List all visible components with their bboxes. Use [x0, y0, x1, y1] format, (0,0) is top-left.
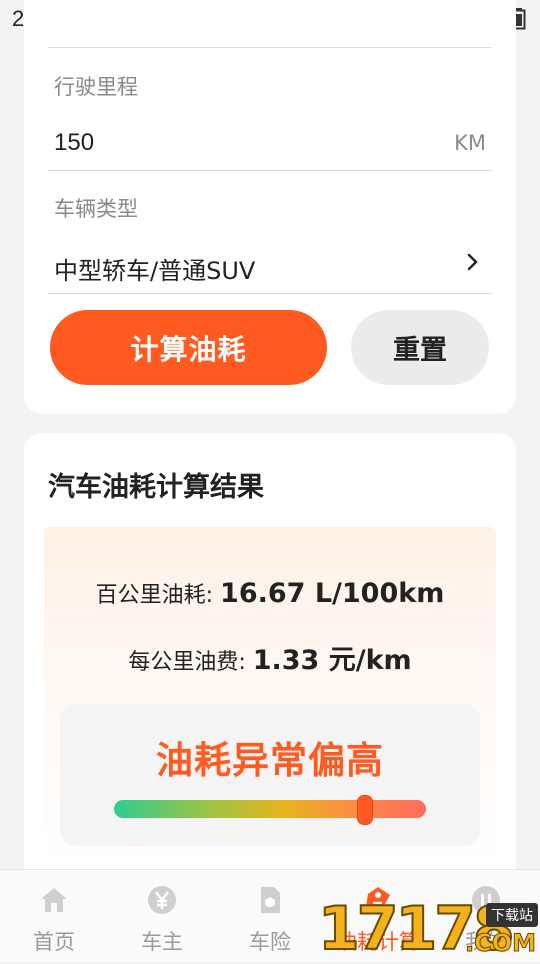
per100km-value: 16.67 L/100km: [220, 578, 445, 609]
mileage-value: 150: [54, 129, 95, 156]
watermark-tag: 下载站: [486, 903, 538, 927]
divider: [48, 170, 492, 171]
consumption-level-box: 油耗异常偏高: [60, 704, 480, 846]
watermark-suffix: .COM: [464, 929, 536, 958]
nav-item-owner[interactable]: 车主: [108, 870, 216, 961]
nav-item-insurance[interactable]: 车险: [216, 870, 324, 961]
yen-coin-icon: [148, 886, 176, 914]
nav-label: 车险: [249, 930, 291, 954]
per100km-label: 百公里油耗:: [95, 583, 221, 608]
result-title: 汽车油耗计算结果: [48, 472, 264, 503]
divider: [48, 47, 492, 48]
reset-button[interactable]: 重置: [351, 310, 489, 385]
consumption-level-text: 油耗异常偏高: [156, 739, 384, 782]
result-panel: 百公里油耗: 16.67 L/100km 每公里油费: 1.33 元/km 油耗…: [44, 527, 496, 869]
consumption-gauge: [114, 795, 426, 825]
calculate-button[interactable]: 计算油耗: [50, 310, 327, 385]
mileage-unit: KM: [454, 131, 486, 155]
per-km-cost-row: 每公里油费: 1.33 元/km: [44, 638, 496, 677]
chevron-right-icon: [466, 250, 480, 280]
watermark-logo: 17178 下载站 .COM: [317, 897, 540, 960]
nav-label: 首页: [33, 930, 75, 954]
gauge-indicator: [357, 795, 373, 825]
per100km-row: 百公里油耗: 16.67 L/100km: [44, 577, 496, 609]
mileage-input[interactable]: 150 KM: [48, 112, 492, 170]
vehicle-type-value: 中型轿车/普通SUV: [54, 257, 256, 285]
nav-item-home[interactable]: 首页: [0, 870, 108, 961]
per-km-cost-value: 1.33 元/km: [252, 645, 412, 676]
per-km-cost-label: 每公里油费:: [128, 650, 253, 675]
divider: [48, 293, 492, 294]
vehicle-type-label: 车辆类型: [54, 197, 138, 221]
result-card: 汽车油耗计算结果 百公里油耗: 16.67 L/100km 每公里油费: 1.3…: [24, 433, 516, 869]
vehicle-type-select[interactable]: 中型轿车/普通SUV: [48, 236, 492, 294]
mileage-label: 行驶里程: [54, 75, 138, 99]
insurance-doc-icon: [261, 887, 280, 913]
nav-label: 车主: [141, 930, 183, 954]
home-icon: [41, 888, 67, 912]
